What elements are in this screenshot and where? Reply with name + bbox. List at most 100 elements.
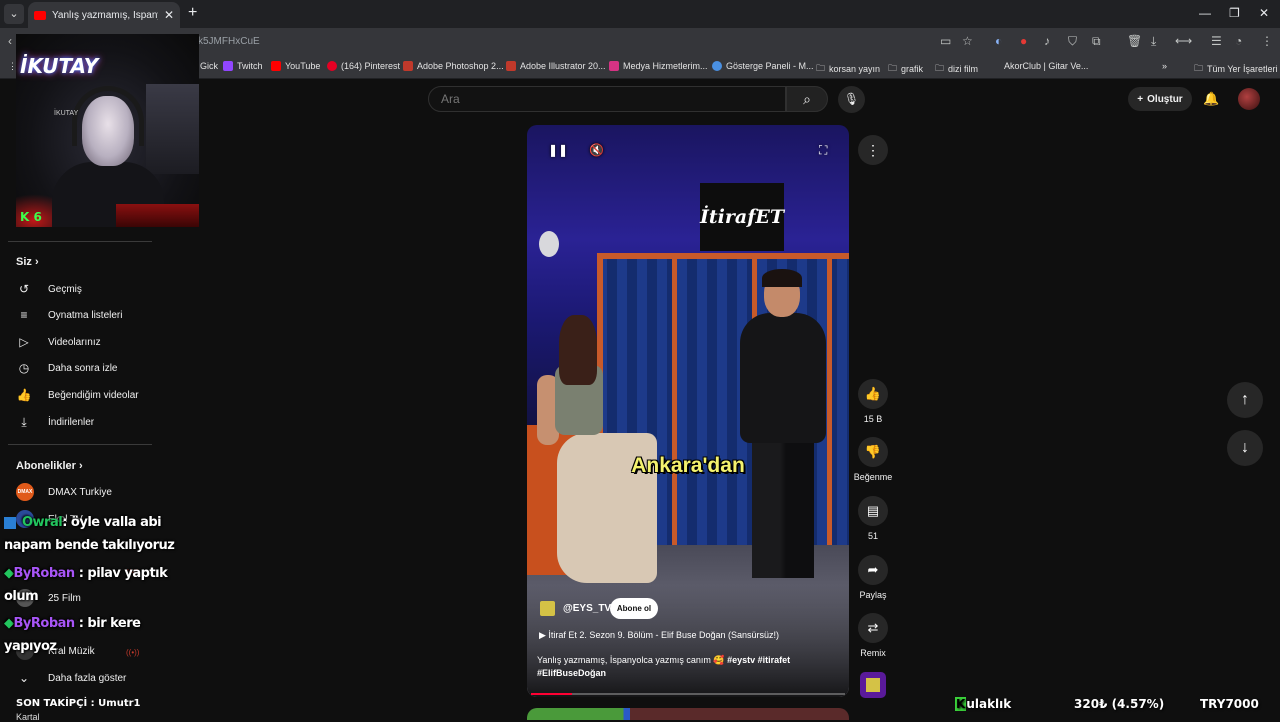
ticker-value: 320₺ (4.57%) [1074,697,1165,711]
bookmark-youtube[interactable]: YouTube [271,61,320,71]
extensions-puzzle-icon[interactable]: ⧉ [1092,34,1101,49]
more-bookmarks-icon[interactable]: » [1162,61,1167,71]
folder-icon: 🗀 [816,63,826,73]
more-options-icon[interactable]: ⋮ [858,135,888,165]
bookmark-medya[interactable]: Medya Hizmetlerim... [609,61,708,71]
bookmark-gosterge[interactable]: Gösterge Paneli - M... [712,61,814,71]
next-short-button[interactable]: ↓ [1227,430,1263,466]
folder-icon: 🗀 [1194,63,1204,73]
bookmark-gick[interactable]: Gick [200,61,218,71]
trash-icon[interactable]: 🗑 [1127,34,1142,48]
chat-text: napam bende takılıyoruz [4,538,175,553]
bookmark-label: korsan yayın [829,64,881,74]
chat-message: ◆ByRoban : pilav yaptık [4,566,168,581]
sidebar-subscriptions-heading[interactable]: Abonelikler › [16,460,83,472]
subscribe-button[interactable]: Abone ol [610,598,658,619]
new-tab-icon[interactable]: + [188,4,197,22]
sidebar-show-more[interactable]: ⌄ Daha fazla göster [16,668,166,688]
all-bookmarks-label: Tüm Yer İşaretleri [1207,64,1278,74]
translate-icon[interactable]: ⟷ [1175,34,1192,48]
comments-button[interactable]: ▤ 51 [852,496,894,541]
sound-thumbnail[interactable] [860,672,886,698]
mic-extension-icon[interactable]: ♪ [1044,34,1050,48]
sidebar-item-watch-later[interactable]: ◷ Daha sonra izle [16,358,166,378]
webcam-corner-text: K 6 [20,210,42,224]
pause-icon[interactable]: ❚❚ [548,143,568,157]
minimize-icon[interactable]: — [1199,6,1211,20]
active-tab[interactable]: Yanlış yazmamış, İspanyolca yazmış canım… [28,2,180,28]
back-icon[interactable]: ‹ [8,34,12,48]
share-button[interactable]: ➦ Paylaş [852,555,894,600]
voice-search-button[interactable]: 🎙 [838,86,865,113]
host-hair [762,269,802,287]
video-bottom-gradient [527,585,849,697]
download-icon[interactable]: ⤓ [1151,34,1156,49]
sidebar-item-your-videos[interactable]: ▷ Videolarınız [16,332,166,352]
fullscreen-icon[interactable]: ⛶ [819,143,827,158]
search-button[interactable]: ⌕ [786,86,828,112]
play-icon: ▶ [539,630,549,640]
sidebar-divider [8,444,152,445]
create-button[interactable]: + Oluştur [1128,87,1192,111]
channel-name[interactable]: @EYS_TV [563,603,611,614]
reading-list-icon[interactable]: ☰ [1211,34,1222,48]
bookmark-grafik[interactable]: 🗀 grafik [888,61,923,77]
extension-icon[interactable]: ◐ [995,34,1002,48]
shield-icon[interactable]: ⛉ [1068,34,1077,49]
folder-icon: 🗀 [888,63,898,73]
chat-text: yapıyoz [4,639,57,654]
menu-kebab-icon[interactable]: ⋮ [1261,34,1273,48]
shorts-video-player[interactable]: İtirafET Ankara'dan ❚❚ 🔇 ⛶ @EYS_TV Abone… [527,125,849,697]
remix-button[interactable]: ⇄ Remix [852,613,894,658]
sidebar-item-label: Videolarınız [48,336,101,348]
all-bookmarks[interactable]: 🗀 Tüm Yer İşaretleri [1194,61,1278,77]
channel-avatar[interactable] [540,601,555,616]
remix-label: Remix [860,648,886,658]
url-field[interactable]: k5JMFHxCuE [198,36,260,47]
thumbs-up-icon: 👍 [858,379,888,409]
sidebar-item-liked-videos[interactable]: 👍 Beğendiğim videolar [16,385,166,405]
mute-icon[interactable]: 🔇 [589,143,604,157]
sidebar-you-heading[interactable]: Siz › [16,256,39,268]
sidebar-item-downloads[interactable]: ⤓ İndirilenler [16,412,166,432]
bookmark-star-icon[interactable]: ☆ [962,34,973,48]
sidebar-item-playlists[interactable]: ≡ Oynatma listeleri [16,305,166,325]
restore-icon[interactable]: ❐ [1229,6,1240,20]
bookmark-illustrator[interactable]: Adobe Illustrator 20... [506,61,606,71]
sidebar-item-history[interactable]: ↺ Geçmiş [16,279,166,299]
liked-videos-icon: 👍 [16,388,32,402]
playlist-link[interactable]: ▶ İtiraf Et 2. Sezon 9. Bölüm - Elif Bus… [539,630,779,641]
cast-icon[interactable]: ▭ [940,34,951,48]
sidebar-item-label: Geçmiş [48,283,82,295]
youtube-icon [271,61,281,71]
close-window-icon[interactable]: ✕ [1259,6,1269,20]
close-tab-icon[interactable]: ✕ [164,8,174,22]
video-description[interactable]: Yanlış yazmamış, İspanyolca yazmış canım… [537,654,837,680]
arrow-down-icon: ↓ [1241,439,1249,456]
bookmark-photoshop[interactable]: Adobe Photoshop 2... [403,61,504,71]
profile-icon[interactable]: ◔ [1235,34,1242,48]
dislike-button[interactable]: 👎 Beğenme [852,437,894,482]
tab-search-button[interactable]: ⌄ [4,4,24,24]
your-videos-icon: ▷ [19,335,29,349]
webcam-monitor [146,84,199,174]
stage-frame [597,253,849,259]
subscription-dmax[interactable]: DMAX DMAX Turkiye [16,483,156,501]
like-button[interactable]: 👍 15 B [852,379,894,424]
comment-count: 51 [867,531,878,541]
previous-short-button[interactable]: ↑ [1227,382,1263,418]
bookmark-pinterest[interactable]: (164) Pinterest [327,61,400,71]
search-input[interactable] [429,87,785,111]
bookmark-akorclub[interactable]: AkorClub | Gitar Ve... [1004,61,1088,71]
next-short-preview[interactable] [527,708,849,720]
bookmark-twitch[interactable]: Twitch [223,61,263,71]
description-text: Yanlış yazmamış, İspanyolca yazmış canım… [537,655,725,665]
bookmark-dizi-film[interactable]: 🗀 dizi film [935,61,978,77]
browser-tab-bar: ⌄ Yanlış yazmamış, İspanyolca yazmış can… [0,0,1280,28]
bookmark-korsan-yayin[interactable]: 🗀 korsan yayın [816,61,880,77]
downloads-icon: ⤓ [21,414,27,429]
video-progress-bar[interactable] [531,693,845,695]
extension-badge-icon[interactable]: ● [1020,34,1027,48]
notifications-bell-icon[interactable]: 🔔 [1203,91,1219,107]
account-avatar[interactable] [1238,88,1260,110]
